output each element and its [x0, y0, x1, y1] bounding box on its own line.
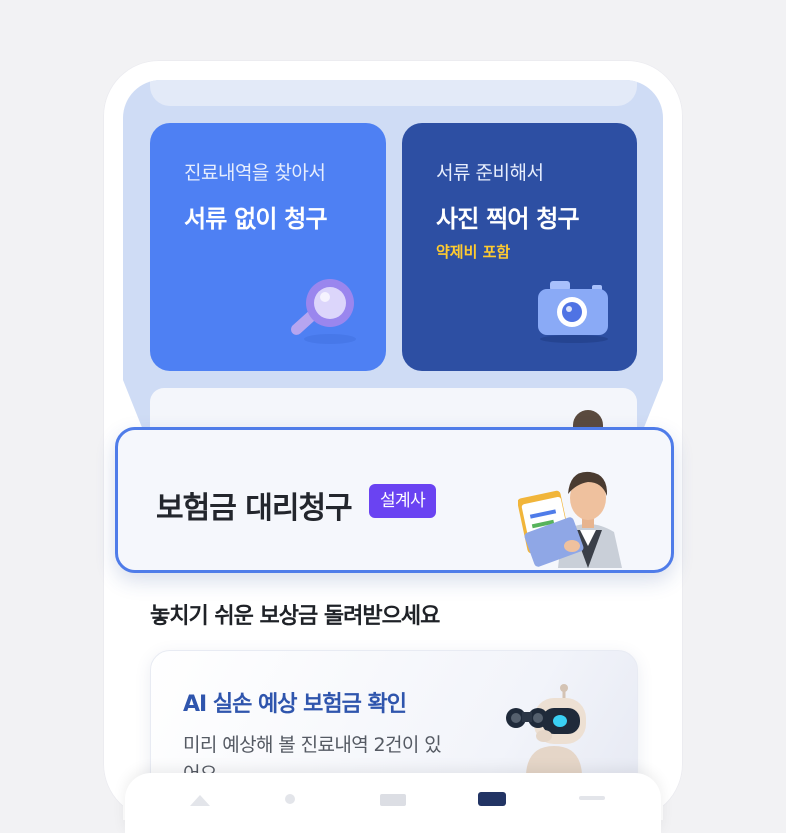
- agent-claim-card[interactable]: 보험금 대리청구 설계사: [115, 427, 674, 573]
- claim-with-photo-card[interactable]: 서류 준비해서 사진 찍어 청구 약제비 포함: [402, 123, 637, 371]
- bottom-navigation-bar: [125, 773, 661, 833]
- robot-binoculars-illustration: [506, 684, 586, 774]
- planner-badge: 설계사: [369, 484, 437, 518]
- ai-card-title: AI 실손 예상 보험금 확인: [183, 692, 407, 717]
- claim-without-documents-card[interactable]: 진료내역을 찾아서 서류 없이 청구: [150, 123, 386, 371]
- card-subtitle: 서류 준비해서: [436, 162, 544, 184]
- benefits-icon[interactable]: [380, 792, 406, 806]
- top-card-edge: [150, 80, 637, 106]
- agent-with-folder-illustration: [518, 471, 622, 568]
- pharmacy-included-badge: 약제비 포함: [436, 243, 511, 261]
- section-title: 놓치기 쉬운 보상금 돌려받으세요: [150, 604, 440, 629]
- card-subtitle: 진료내역을 찾아서: [184, 162, 326, 184]
- magnifier-icon: [291, 279, 356, 344]
- insurance-icon[interactable]: [478, 792, 506, 806]
- card-title: 사진 찍어 청구: [436, 205, 580, 233]
- menu-icon[interactable]: [579, 792, 605, 806]
- card-title: 서류 없이 청구: [184, 205, 328, 233]
- health-icon[interactable]: [277, 792, 303, 806]
- agent-claim-title: 보험금 대리청구: [156, 491, 353, 526]
- camera-icon: [538, 281, 608, 343]
- home-icon[interactable]: [187, 792, 213, 806]
